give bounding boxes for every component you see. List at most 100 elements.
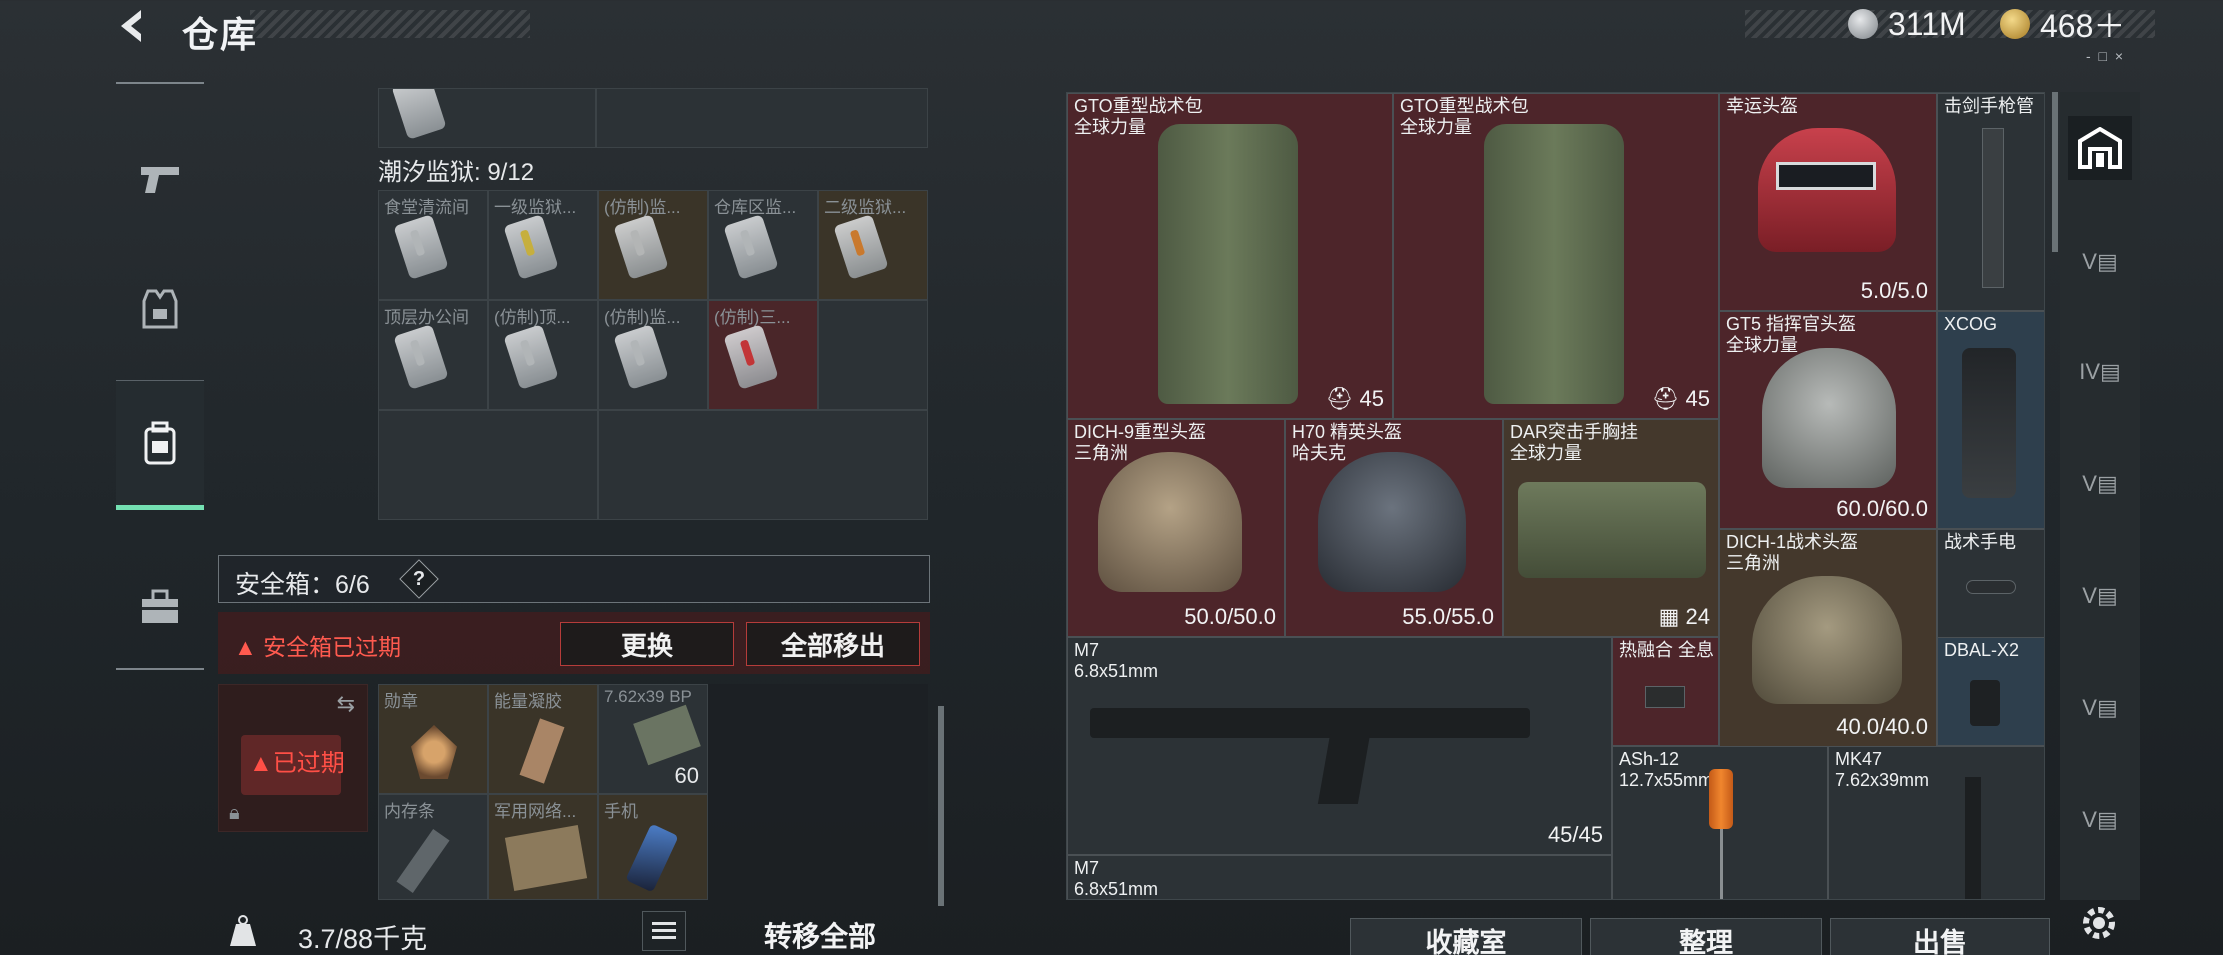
inventory-item[interactable]: H70 精英头盔 哈夫克 55.0/55.0	[1285, 419, 1503, 637]
tab-storage-v2[interactable]: V▤	[2068, 452, 2132, 516]
inventory-item[interactable]: MK47 7.62x39mm	[1828, 746, 2044, 899]
item-name: 军用网络...	[494, 802, 577, 821]
crate-v-icon: V▤	[2082, 695, 2118, 720]
safebox-item[interactable]: 能量凝胶	[488, 684, 598, 794]
keycard-image	[613, 324, 669, 390]
replace-button[interactable]: 更换	[560, 622, 734, 666]
sidebar-item-storage[interactable]	[116, 380, 204, 510]
sell-button[interactable]: 出售	[1830, 918, 2050, 955]
silver-currency[interactable]: 311M	[1848, 4, 1966, 44]
key-cell[interactable]: (仿制)三...	[708, 300, 818, 410]
keycard-image	[393, 324, 449, 390]
inventory-grid: GTO重型战术包 全球力量 ⛑︎ 45 GTO重型战术包 全球力量 ⛑︎ 45 幸运…	[1066, 92, 2045, 900]
key-cell-empty[interactable]	[818, 300, 928, 410]
inventory-item[interactable]: DICH-1战术头盔 三角洲 40.0/40.0	[1719, 529, 1937, 747]
inventory-item[interactable]: GTO重型战术包 全球力量 ⛑︎ 45	[1393, 93, 1719, 419]
key-grid: 食堂清流间 一级监狱... (仿制)监... 仓库区监... 二级监狱... 顶…	[378, 190, 928, 520]
right-tabbar: V▤ IV▤ V▤ V▤ V▤ V▤	[2060, 92, 2140, 900]
safebox-slot[interactable]: ⇆ ▲已过期 🔒︎	[218, 684, 368, 832]
tab-storage-v5[interactable]: V▤	[2068, 788, 2132, 852]
item-name: 内存条	[384, 802, 435, 821]
key-cell[interactable]: 食堂清流间	[378, 190, 488, 300]
key-cell[interactable]: (仿制)监...	[598, 190, 708, 300]
backpack-icon	[144, 421, 176, 465]
item-durability: 60.0/60.0	[1836, 496, 1928, 521]
left-scrollbar[interactable]	[938, 706, 944, 906]
help-icon[interactable]: ?	[399, 559, 439, 599]
item-durability: 40.0/40.0	[1836, 714, 1928, 739]
sidebar-item-weapons[interactable]	[116, 114, 204, 244]
item-durability: 5.0/5.0	[1860, 278, 1928, 303]
backpack-image	[1158, 124, 1298, 404]
ammo-box-image	[633, 704, 701, 766]
inventory-item[interactable]: M7 6.8x51mm 45/45	[1067, 637, 1612, 855]
inventory-item[interactable]: GT5 指挥官头盔 全球力量 60.0/60.0	[1719, 311, 1937, 529]
key-cell[interactable]: 顶层办公间	[378, 300, 488, 410]
scope-image	[1962, 348, 2016, 498]
inventory-item[interactable]: DBAL-X2	[1937, 637, 2044, 746]
capacity-icon: ▦	[1658, 604, 1686, 629]
item-name: 战术手电	[1944, 532, 2016, 552]
inventory-item[interactable]: GTO重型战术包 全球力量 ⛑︎ 45	[1067, 93, 1393, 419]
warning-icon: ▲	[249, 750, 273, 777]
transfer-all-button[interactable]: 转移全部	[764, 915, 876, 955]
storage-cell[interactable]	[596, 88, 928, 148]
key-cell[interactable]: (仿制)监...	[598, 300, 708, 410]
collection-room-button[interactable]: 收藏室	[1350, 918, 1582, 955]
tab-storage-v[interactable]: V▤	[2068, 230, 2132, 294]
tab-storage-v4[interactable]: V▤	[2068, 676, 2132, 740]
inventory-item[interactable]: XCOG	[1937, 311, 2044, 529]
key-cell-empty[interactable]	[378, 410, 598, 520]
sight-image	[1645, 686, 1685, 708]
inventory-item[interactable]: 幸运头盔 5.0/5.0	[1719, 93, 1937, 311]
item-durability: 50.0/50.0	[1184, 604, 1276, 629]
safebox-item[interactable]: 军用网络...	[488, 794, 598, 900]
tab-storage-v3[interactable]: V▤	[2068, 564, 2132, 628]
gold-currency[interactable]: 468＋	[2000, 4, 2125, 44]
rifle-image	[1090, 708, 1530, 738]
settings-gear-icon[interactable]	[2074, 898, 2124, 948]
sidebar-item-equipment[interactable]	[116, 244, 204, 374]
key-cell[interactable]: 二级监狱...	[818, 190, 928, 300]
move-all-button[interactable]: 全部移出	[746, 622, 920, 666]
inventory-item[interactable]: 击剑手枪管	[1937, 93, 2044, 311]
safebox-item[interactable]: 7.62x39 BP 60	[598, 684, 708, 794]
item-durability: 55.0/55.0	[1402, 604, 1494, 629]
key-cell-empty[interactable]	[598, 410, 928, 520]
sort-button[interactable]: 整理	[1590, 918, 1822, 955]
item-name: 7.62x39 BP	[604, 687, 692, 706]
key-label: (仿制)顶...	[494, 308, 571, 327]
sidebar-item-supplies[interactable]	[116, 542, 204, 672]
key-label: 食堂清流间	[384, 198, 469, 217]
inventory-item[interactable]: DICH-9重型头盔 三角洲 50.0/50.0	[1067, 419, 1285, 637]
safebox-item[interactable]: 手机	[598, 794, 708, 900]
cartridge-tip	[1720, 829, 1723, 899]
item-name: M7 6.8x51mm	[1074, 640, 1159, 681]
crate-v-icon: V▤	[2082, 807, 2118, 832]
safebox-item[interactable]: 内存条	[378, 794, 488, 900]
key-cell[interactable]: 一级监狱...	[488, 190, 598, 300]
medal-image	[411, 725, 457, 779]
key-cell[interactable]: (仿制)顶...	[488, 300, 598, 410]
inventory-scrollbar[interactable]	[2052, 92, 2058, 252]
inventory-item[interactable]: DAR突击手胸挂 全球力量 ▦ 24	[1503, 419, 1719, 637]
helmet-image	[1098, 452, 1242, 592]
key-cell[interactable]: 仓库区监...	[708, 190, 818, 300]
silver-amount: 311M	[1888, 5, 1966, 42]
storage-cell[interactable]	[378, 88, 596, 148]
storage-icon	[2078, 127, 2122, 169]
swap-icon[interactable]: ⇆	[337, 691, 355, 717]
inventory-item[interactable]: M7 6.8x51mm	[1067, 855, 1612, 899]
safebox-item[interactable]: 勋章	[378, 684, 488, 794]
inventory-item[interactable]: 热融合 全息	[1612, 637, 1719, 746]
inventory-item[interactable]: ASh-12 12.7x55mm	[1612, 746, 1828, 899]
crate-v-icon: V▤	[2082, 249, 2118, 274]
inventory-item[interactable]: 战术手电	[1937, 529, 2044, 638]
tab-storage-main[interactable]	[2068, 116, 2132, 180]
back-arrow-icon[interactable]	[108, 4, 158, 48]
weight-icon	[226, 911, 260, 951]
item-name: 勋章	[384, 692, 418, 711]
list-icon[interactable]	[642, 911, 686, 951]
tab-storage-iv[interactable]: IV▤	[2068, 340, 2132, 404]
key-label: 一级监狱...	[494, 198, 577, 217]
